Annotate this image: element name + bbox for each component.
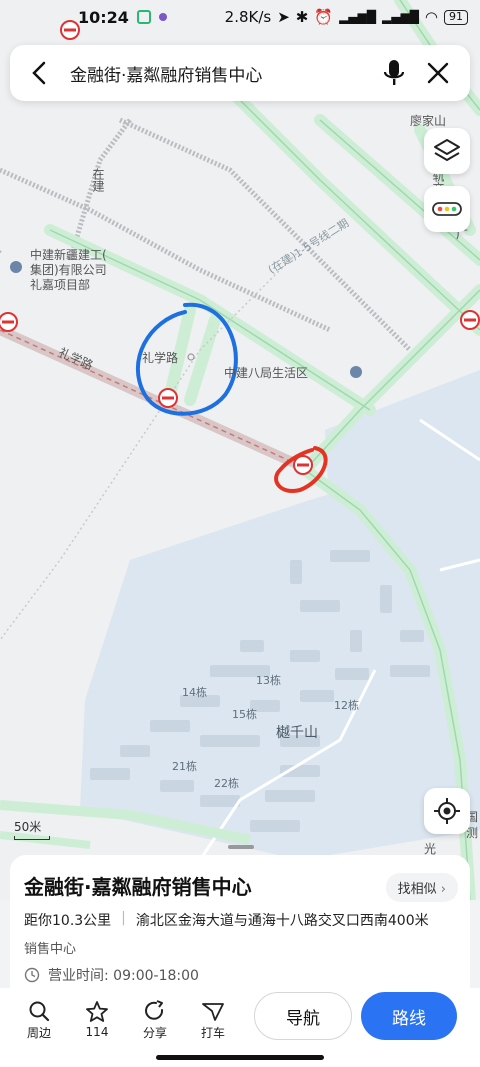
close-icon [427,62,449,84]
traffic-icon [432,202,462,216]
map-label: 中建八局生活区 [224,366,309,380]
home-indicator-bar [0,1050,480,1067]
share-label: 分享 [142,1025,167,1040]
map-canvas [0,0,480,900]
network-speed: 2.8K/s [224,8,272,26]
traffic-button[interactable] [424,186,470,232]
clear-button[interactable] [420,55,456,91]
signal-icon: ▂▄▆█ [381,10,419,24]
status-bar: 10:24 2.8K/s ➤ ✱ ⏰ ▂▄▆█ ▂▄▆█ ◠ 91 [0,0,480,34]
share-icon [145,999,164,1020]
map-label: 15栋 [232,708,257,721]
search-query[interactable]: 金融街·嘉粼融府销售中心 [54,61,368,86]
map-label: 22栋 [214,777,239,790]
opening-hours: 营业时间: 09:00-18:00 [48,968,199,984]
map-label: 樾千山 [276,725,318,741]
chevron-right-icon: › [440,882,446,897]
map-label: 13栋 [256,674,281,687]
map-label: 21栋 [172,760,197,773]
search-bar[interactable]: 金融街·嘉粼融府销售中心 [10,45,470,101]
locate-me-button[interactable] [424,788,470,834]
app-notification-icon [136,10,151,24]
map-label: 14栋 [182,686,207,699]
place-card[interactable]: 金融街·嘉粼融府销售中心 找相似 › 距你10.3公里 | 渝北区金海大道与通海… [10,845,470,989]
map-scale: 50米 [14,818,50,840]
layers-icon [434,139,460,161]
nearby-button[interactable]: 周边 [10,998,68,1041]
clock-icon [24,967,40,983]
bluetooth-icon: ✱ [295,8,309,26]
divider: | [121,910,126,926]
scale-label: 50米 [14,820,42,834]
battery-indicator: 91 [444,9,468,25]
route-button[interactable]: 路线 [361,992,457,1040]
action-bar: 周边 114 分享 打车 导航 路线 [0,988,480,1050]
favorite-count: 114 [85,1025,109,1039]
home-indicator[interactable] [156,1055,324,1060]
back-button[interactable] [24,58,54,88]
place-category: 销售中心 [24,942,77,957]
alarm-icon: ⏰ [314,8,334,26]
favorite-button[interactable]: 114 [68,999,126,1039]
crosshair-icon [434,798,460,824]
map-label: 礼嘉项目部 [30,278,91,292]
place-address[interactable]: 渝北区金海大道与通海十八路交叉口西南400米 [136,910,429,930]
map-label: 12栋 [334,699,359,712]
chevron-left-icon [32,61,46,85]
taxi-button[interactable]: 打车 [184,998,242,1041]
search-icon [29,1001,50,1021]
map-view[interactable]: 廖家山 在建 中建新疆建工( 集团)有限公司 礼嘉项目部 (在建)1-5号线二期… [0,0,480,900]
notification-dot-icon [158,13,167,21]
clock: 10:24 [78,7,129,27]
location-icon: ➤ [277,8,290,26]
nearby-label: 周边 [26,1025,51,1040]
signal-icon: ▂▄▆█ [339,10,376,24]
map-label: 廖家山 [410,114,447,128]
layers-button[interactable] [424,128,470,174]
map-label: 在建 [91,168,105,192]
find-similar-label: 找相似 [397,882,437,897]
share-button[interactable]: 分享 [126,998,184,1041]
microphone-icon [383,60,405,85]
place-distance: 距你10.3公里 [24,913,112,929]
scale-bar [14,836,50,840]
navigate-button[interactable]: 导航 [254,992,352,1040]
wifi-icon: ◠ [424,8,438,26]
find-similar-button[interactable]: 找相似 › [385,873,458,902]
taxi-icon [202,1002,224,1021]
map-label: 礼学路 [142,351,179,365]
star-icon [86,1001,108,1022]
taxi-label: 打车 [200,1025,225,1040]
sheet-handle[interactable] [228,845,254,849]
voice-search-button[interactable] [376,55,412,91]
